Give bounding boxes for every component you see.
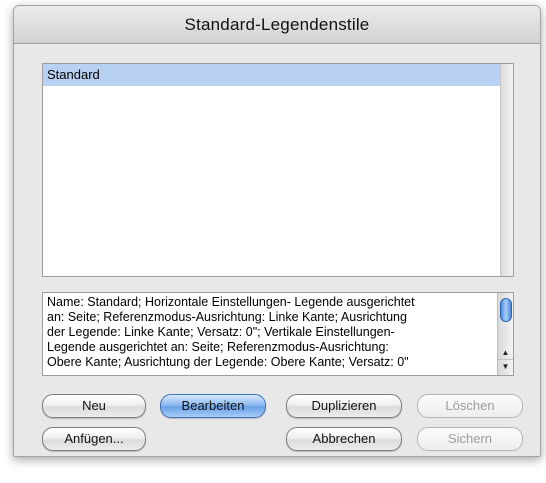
delete-button: Löschen xyxy=(417,394,523,418)
window-title: Standard-Legendenstile xyxy=(184,15,370,34)
style-list-area: Standard xyxy=(43,64,501,276)
append-button[interactable]: Anfügen... xyxy=(42,427,146,451)
list-scrollbar[interactable] xyxy=(500,64,513,276)
description-line: Legende ausgerichtet an: Seite; Referenz… xyxy=(47,340,389,354)
style-list[interactable]: Standard xyxy=(42,63,514,277)
dialog-window: Standard-Legendenstile Standard Name: St… xyxy=(13,5,541,457)
description-line: Name: Standard; Horizontale Einstellunge… xyxy=(47,295,415,309)
style-description-box: Name: Standard; Horizontale Einstellunge… xyxy=(42,292,514,376)
new-button[interactable]: Neu xyxy=(42,394,146,418)
scroll-thumb[interactable] xyxy=(500,298,512,322)
save-button: Sichern xyxy=(417,427,523,451)
edit-button[interactable]: Bearbeiten xyxy=(160,394,266,418)
cancel-button[interactable]: Abbrechen xyxy=(286,427,402,451)
scroll-down-arrow-icon[interactable]: ▼ xyxy=(498,359,513,374)
description-line: Obere Kante; Ausrichtung der Legende: Ob… xyxy=(47,355,409,369)
title-bar[interactable]: Standard-Legendenstile xyxy=(14,6,540,44)
style-description: Name: Standard; Horizontale Einstellunge… xyxy=(47,295,495,370)
duplicate-button[interactable]: Duplizieren xyxy=(286,394,402,418)
description-scrollbar[interactable]: ▲ ▼ xyxy=(497,293,513,375)
description-line: der Legende: Linke Kante; Versatz: 0"; V… xyxy=(47,325,395,339)
scroll-up-arrow-icon[interactable]: ▲ xyxy=(498,346,513,360)
description-line: an: Seite; Referenzmodus-Ausrichtung: Li… xyxy=(47,310,407,324)
list-item-standard[interactable]: Standard xyxy=(43,64,501,86)
